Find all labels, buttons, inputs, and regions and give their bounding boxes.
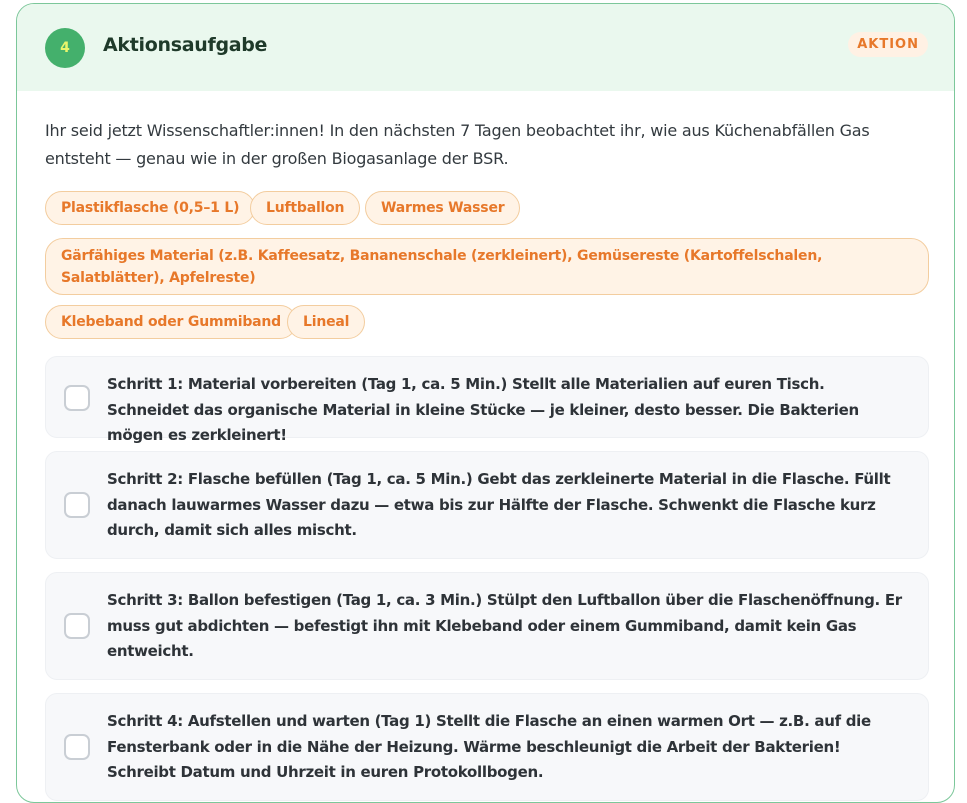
task-intro: Ihr seid jetzt Wissenschaftler:innen! In… <box>45 121 870 168</box>
step-text: Schritt 3: Ballon befestigen (Tag 1, ca.… <box>107 591 902 660</box>
step-item[interactable]: Schritt 1: Material vorbereiten (Tag 1, … <box>45 356 929 444</box>
task-number-badge: 4 <box>45 28 85 68</box>
material-chip: Klebeband oder Gummiband <box>45 305 297 339</box>
material-chip: Gärfähiges Material (z.B. Kaffeesatz, Ba… <box>45 238 929 295</box>
step-checkbox[interactable] <box>64 613 90 639</box>
task-title: Aktionsaufgabe <box>103 34 268 56</box>
step-checkbox[interactable] <box>64 385 90 411</box>
material-chip: Luftballon <box>250 191 361 225</box>
step-item[interactable]: Schritt 3: Ballon befestigen (Tag 1, ca.… <box>45 572 929 680</box>
step-checkbox[interactable] <box>64 734 90 760</box>
step-item[interactable]: Schritt 4: Aufstellen und warten (Tag 1)… <box>45 693 929 801</box>
step-text: Schritt 2: Flasche befüllen (Tag 1, ca. … <box>107 470 891 539</box>
material-chip: Lineal <box>287 305 366 339</box>
task-type-badge: AKTION <box>848 32 928 57</box>
card-header: 4 Aktionsaufgabe AKTION <box>17 4 954 91</box>
step-text: Schritt 4: Aufstellen und warten (Tag 1)… <box>107 712 871 781</box>
material-chip: Plastikflasche (0,5–1 L) <box>45 191 256 225</box>
step-text: Schritt 1: Material vorbereiten (Tag 1, … <box>107 375 859 444</box>
material-chip: Warmes Wasser <box>365 191 521 225</box>
action-task-card: 4 Aktionsaufgabe AKTION Ihr seid jetzt W… <box>16 3 955 803</box>
step-item[interactable]: Schritt 2: Flasche befüllen (Tag 1, ca. … <box>45 451 929 559</box>
step-checkbox[interactable] <box>64 492 90 518</box>
